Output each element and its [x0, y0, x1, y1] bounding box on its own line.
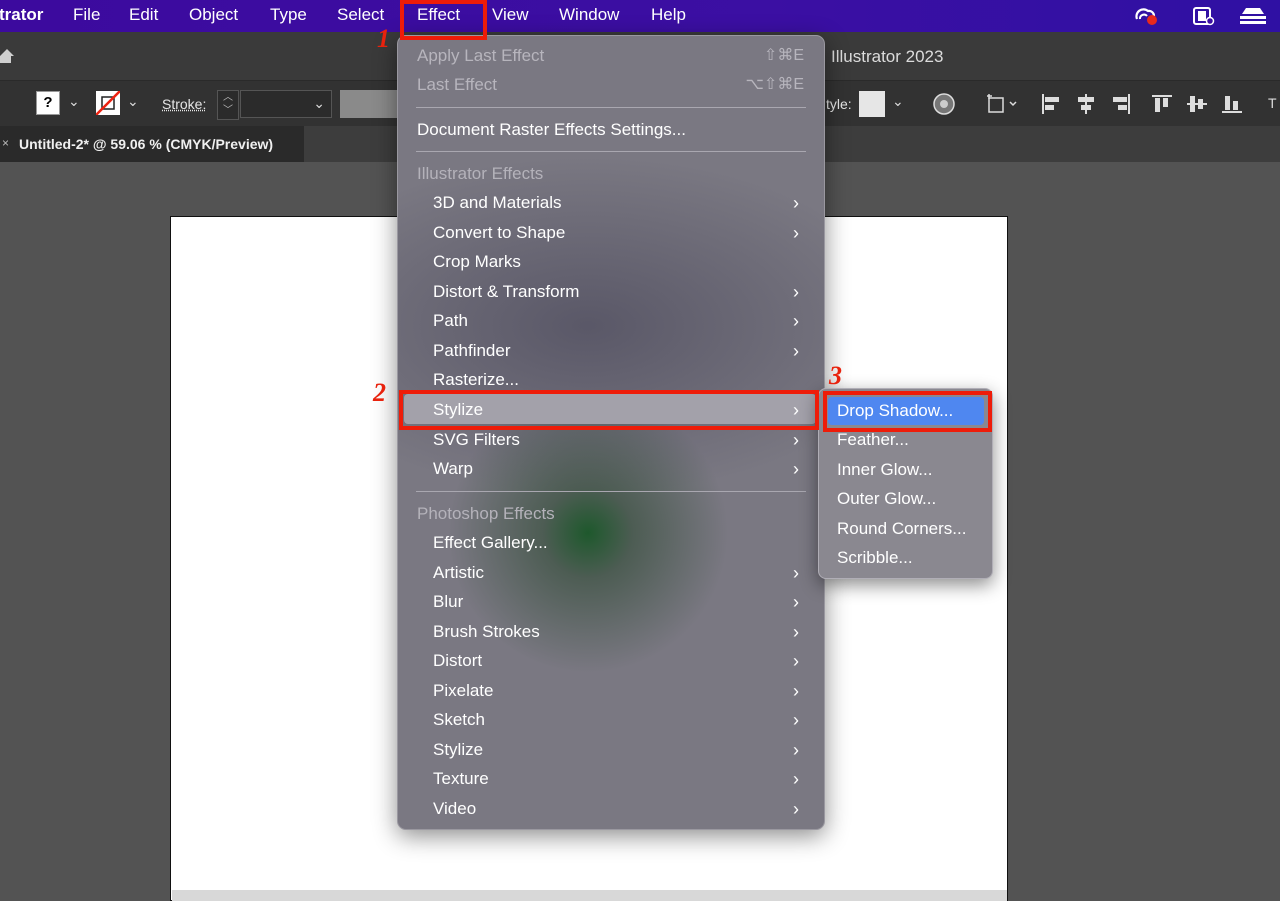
menu-item-video[interactable]: Video — [433, 795, 476, 823]
chevron-right-icon: › — [793, 740, 799, 760]
chevron-right-icon: › — [793, 563, 799, 583]
annotation-box-effect-menu — [400, 0, 487, 40]
menu-item-crop-marks[interactable]: Crop Marks — [433, 248, 521, 276]
menu-item-pixelate[interactable]: Pixelate — [433, 677, 493, 705]
menu-bar: trator File Edit Object Type Select Effe… — [0, 0, 1280, 32]
align-horizontal-center-icon[interactable] — [1075, 93, 1097, 115]
menu-item-blur[interactable]: Blur — [433, 588, 463, 616]
menu-item-svg-filters[interactable]: SVG Filters — [433, 426, 520, 454]
stroke-stepper[interactable]: ︿ ﹀ — [217, 90, 239, 120]
menu-object[interactable]: Object — [189, 5, 238, 25]
menu-item-distort[interactable]: Distort — [433, 647, 482, 675]
stroke-weight-field[interactable]: ⌄ — [240, 90, 332, 118]
menu-help[interactable]: Help — [651, 5, 686, 25]
chevron-right-icon: › — [793, 799, 799, 819]
menu-item-artistic[interactable]: Artistic — [433, 559, 484, 587]
app-title: Illustrator 2023 — [831, 47, 944, 66]
creative-cloud-icon[interactable] — [1134, 6, 1158, 26]
stroke-swatch[interactable] — [96, 91, 120, 115]
chevron-right-icon: › — [793, 769, 799, 789]
chevron-down-icon[interactable]: ⌄ — [68, 93, 80, 110]
close-icon[interactable]: × — [2, 136, 9, 150]
align-left-icon[interactable] — [1040, 93, 1062, 115]
chevron-right-icon: › — [793, 282, 799, 302]
annotation-box-drop-shadow — [823, 391, 992, 432]
section-header-illustrator-effects: Illustrator Effects — [417, 164, 544, 183]
chevron-right-icon: › — [793, 459, 799, 479]
align-top-icon[interactable] — [1151, 93, 1173, 115]
chevron-right-icon: › — [793, 592, 799, 612]
chevron-right-icon: › — [793, 681, 799, 701]
chevron-right-icon: › — [793, 341, 799, 361]
menu-separator — [416, 107, 806, 108]
effect-menu: Apply Last Effect ⇧⌘E Last Effect ⌥⇧⌘E D… — [397, 35, 825, 830]
menu-item-apply-last-effect: Apply Last Effect — [417, 46, 545, 65]
home-icon[interactable] — [0, 48, 14, 64]
submenu-item-outer-glow[interactable]: Outer Glow... — [837, 485, 936, 513]
submenu-item-inner-glow[interactable]: Inner Glow... — [837, 456, 932, 484]
menu-item-convert-to-shape[interactable]: Convert to Shape — [433, 219, 565, 247]
chevron-down-icon[interactable]: ⌄ — [892, 93, 904, 110]
menu-select[interactable]: Select — [337, 5, 384, 25]
menu-item-warp[interactable]: Warp — [433, 455, 473, 483]
menu-item-last-effect: Last Effect — [417, 75, 498, 94]
annotation-number-1: 1 — [377, 24, 390, 53]
chevron-right-icon: › — [793, 223, 799, 243]
graphic-style-swatch[interactable] — [859, 91, 885, 117]
menu-type[interactable]: Type — [270, 5, 307, 25]
chevron-right-icon: › — [793, 622, 799, 642]
fill-swatch[interactable]: ? — [36, 91, 60, 115]
variable-width-profile[interactable] — [340, 90, 397, 118]
recolor-artwork-icon[interactable] — [933, 93, 955, 115]
app-menu[interactable]: trator — [0, 5, 43, 25]
transform-label[interactable]: T — [1268, 95, 1277, 111]
annotation-number-3: 3 — [829, 361, 842, 390]
menu-separator — [416, 491, 806, 492]
align-to-icon[interactable] — [986, 93, 1020, 115]
menu-item-texture[interactable]: Texture — [433, 765, 489, 793]
menu-item-distort-transform[interactable]: Distort & Transform — [433, 278, 579, 306]
annotation-number-2: 2 — [373, 378, 386, 407]
chevron-down-icon[interactable]: ⌄ — [127, 93, 139, 110]
menu-window[interactable]: Window — [559, 5, 619, 25]
document-tab-title: Untitled-2* @ 59.06 % (CMYK/Preview) — [19, 136, 274, 152]
submenu-item-scribble[interactable]: Scribble... — [837, 544, 913, 572]
menu-view[interactable]: View — [492, 5, 529, 25]
align-vertical-center-icon[interactable] — [1186, 93, 1208, 115]
chevron-right-icon: › — [793, 311, 799, 331]
menu-item-stylize-photoshop[interactable]: Stylize — [433, 736, 483, 764]
workspace-switcher-icon[interactable] — [1238, 6, 1268, 26]
graphic-style-label: tyle: — [826, 96, 852, 112]
horizontal-scrollbar[interactable] — [172, 890, 1007, 901]
menu-item-3d-and-materials[interactable]: 3D and Materials — [433, 189, 562, 217]
chevron-right-icon: › — [793, 193, 799, 213]
menu-item-brush-strokes[interactable]: Brush Strokes — [433, 618, 540, 646]
menu-separator — [416, 151, 806, 152]
shortcut-last-effect: ⌥⇧⌘E — [745, 76, 804, 93]
document-tab[interactable]: × Untitled-2* @ 59.06 % (CMYK/Preview) — [0, 126, 304, 162]
submenu-item-round-corners[interactable]: Round Corners... — [837, 515, 966, 543]
align-bottom-icon[interactable] — [1221, 93, 1243, 115]
menu-file[interactable]: File — [73, 5, 100, 25]
shortcut-apply-last-effect: ⇧⌘E — [763, 47, 804, 64]
menu-item-pathfinder[interactable]: Pathfinder — [433, 337, 511, 365]
section-header-photoshop-effects: Photoshop Effects — [417, 504, 555, 523]
menu-item-document-raster-effects-settings[interactable]: Document Raster Effects Settings... — [417, 116, 686, 144]
menu-item-path[interactable]: Path — [433, 307, 468, 335]
menu-edit[interactable]: Edit — [129, 5, 158, 25]
chevron-right-icon: › — [793, 430, 799, 450]
chevron-down-icon[interactable]: ⌄ — [313, 95, 325, 112]
menu-item-effect-gallery[interactable]: Effect Gallery... — [433, 529, 548, 557]
chevron-right-icon: › — [793, 710, 799, 730]
menu-item-sketch[interactable]: Sketch — [433, 706, 485, 734]
align-right-icon[interactable] — [1110, 93, 1132, 115]
film-icon[interactable] — [1191, 6, 1215, 26]
chevron-right-icon: › — [793, 651, 799, 671]
stroke-label[interactable]: Stroke: — [162, 96, 206, 112]
annotation-box-stylize — [399, 390, 819, 430]
